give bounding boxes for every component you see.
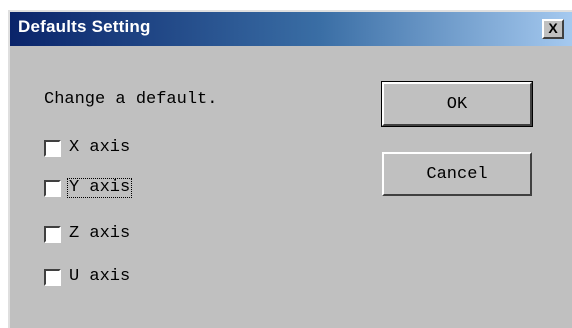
cancel-button[interactable]: Cancel bbox=[382, 152, 532, 196]
close-button[interactable]: X bbox=[542, 19, 564, 39]
checkbox-box[interactable] bbox=[44, 225, 61, 243]
defaults-setting-dialog: Defaults Setting X Change a default. X a… bbox=[8, 10, 572, 328]
checkbox-x-axis[interactable]: X axis bbox=[44, 136, 132, 160]
ok-button-label: OK bbox=[446, 94, 468, 114]
checkbox-label: U axis bbox=[69, 267, 131, 286]
dialog-title: Defaults Setting bbox=[18, 17, 151, 36]
checkbox-label: Z axis bbox=[69, 224, 131, 243]
checkbox-box[interactable] bbox=[44, 179, 61, 197]
prompt-label: Change a default. bbox=[44, 90, 218, 109]
checkbox-label: Y axis bbox=[67, 178, 133, 198]
close-icon: X bbox=[548, 20, 558, 36]
checkbox-box[interactable] bbox=[44, 139, 61, 157]
checkbox-y-axis[interactable]: Y axis bbox=[44, 176, 133, 200]
cancel-button-label: Cancel bbox=[426, 164, 488, 184]
checkbox-box[interactable] bbox=[44, 268, 61, 286]
checkbox-label: X axis bbox=[69, 138, 131, 157]
checkbox-z-axis[interactable]: Z axis bbox=[44, 222, 132, 246]
ok-button[interactable]: OK bbox=[381, 81, 533, 127]
title-bar[interactable]: Defaults Setting X bbox=[10, 12, 572, 46]
checkbox-u-axis[interactable]: U axis bbox=[44, 265, 132, 289]
